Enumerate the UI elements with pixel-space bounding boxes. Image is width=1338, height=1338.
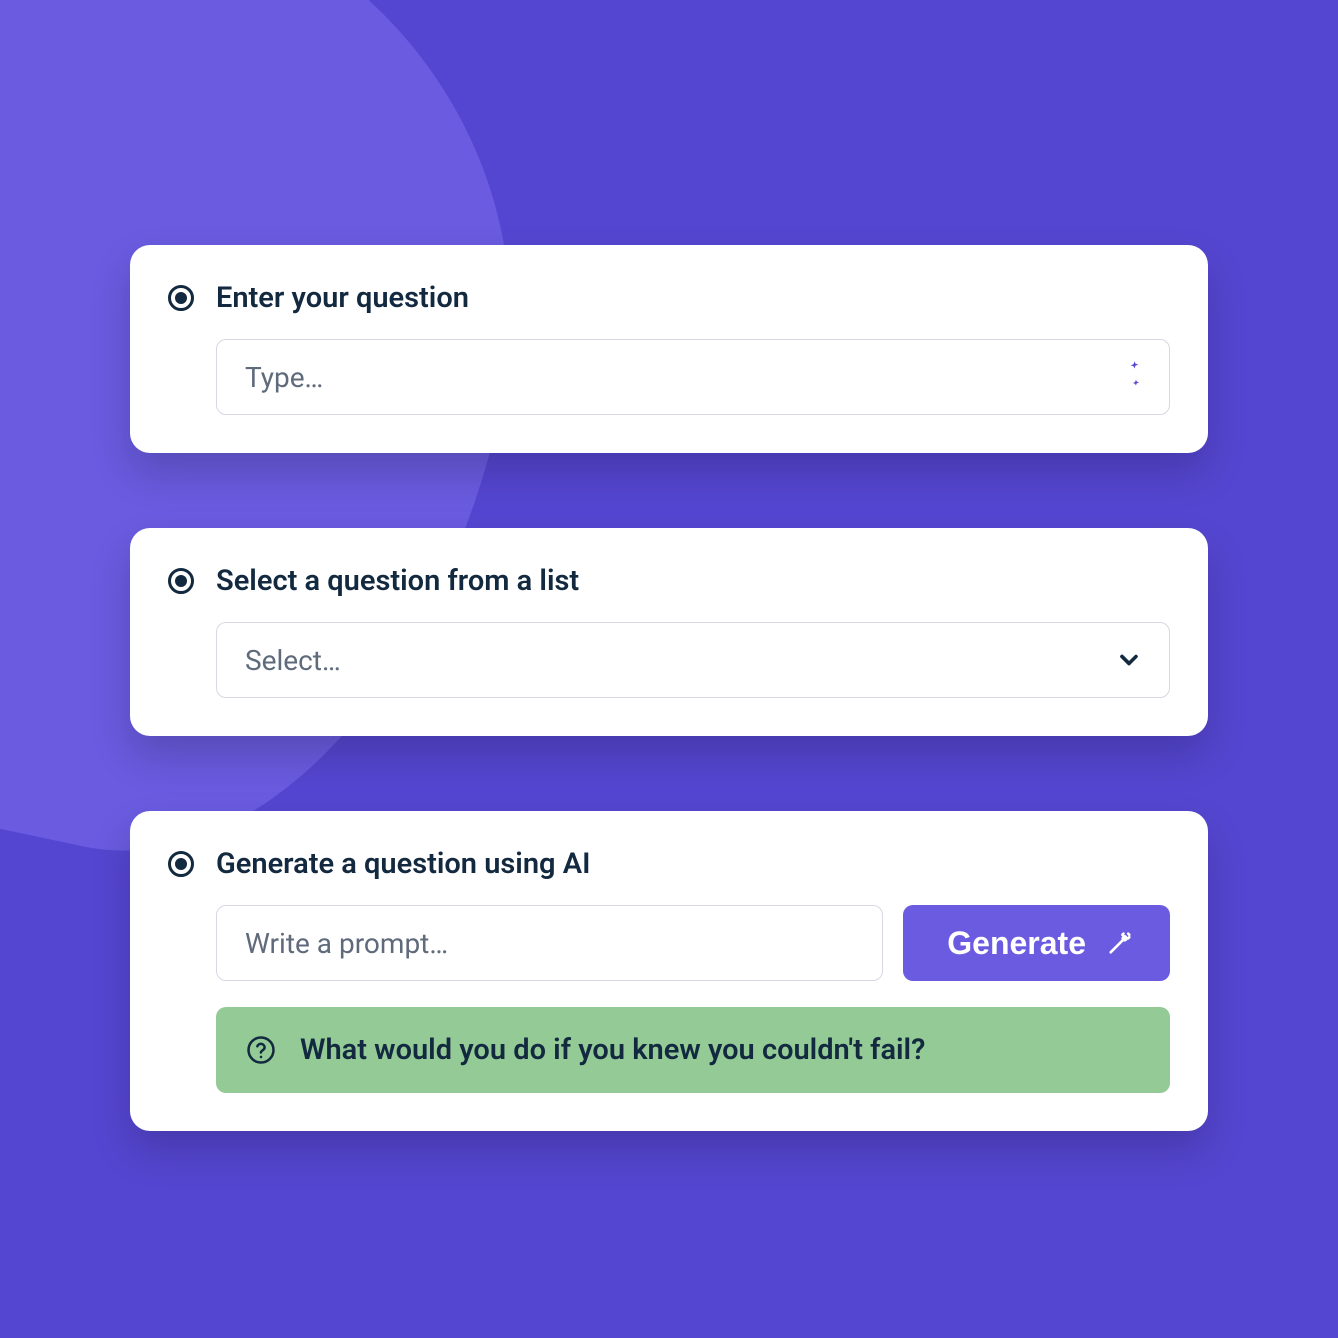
card-header: Select a question from a list: [168, 564, 1170, 598]
radio-generate-question[interactable]: [168, 851, 194, 877]
input-row: Type…: [216, 339, 1170, 415]
card-header: Enter your question: [168, 281, 1170, 315]
magic-wand-icon: [1106, 929, 1134, 957]
input-row: Select…: [216, 622, 1170, 698]
generated-result: What would you do if you knew you couldn…: [216, 1007, 1170, 1093]
radio-select-question[interactable]: [168, 568, 194, 594]
card-title: Select a question from a list: [216, 564, 579, 598]
prompt-input[interactable]: Write a prompt…: [216, 905, 883, 981]
card-select-question: Select a question from a list Select…: [130, 528, 1208, 736]
question-input[interactable]: Type…: [216, 339, 1170, 415]
card-title: Generate a question using AI: [216, 847, 590, 881]
select-placeholder: Select…: [245, 644, 341, 677]
input-row: Write a prompt… Generate: [216, 905, 1170, 981]
content-column: Enter your question Type… Select a quest…: [0, 0, 1338, 1131]
radio-enter-question[interactable]: [168, 285, 194, 311]
sparkles-icon: [1109, 360, 1143, 394]
generate-button[interactable]: Generate: [903, 905, 1170, 981]
chevron-down-icon: [1115, 646, 1143, 674]
card-header: Generate a question using AI: [168, 847, 1170, 881]
card-generate-question: Generate a question using AI Write a pro…: [130, 811, 1208, 1131]
card-enter-question: Enter your question Type…: [130, 245, 1208, 453]
question-circle-icon: [246, 1035, 276, 1065]
generated-result-text: What would you do if you knew you couldn…: [300, 1033, 925, 1067]
input-placeholder: Type…: [245, 361, 323, 394]
input-placeholder: Write a prompt…: [245, 927, 448, 960]
question-select[interactable]: Select…: [216, 622, 1170, 698]
generate-button-label: Generate: [947, 925, 1086, 962]
card-title: Enter your question: [216, 281, 469, 315]
page-background: Enter your question Type… Select a quest…: [0, 0, 1338, 1338]
